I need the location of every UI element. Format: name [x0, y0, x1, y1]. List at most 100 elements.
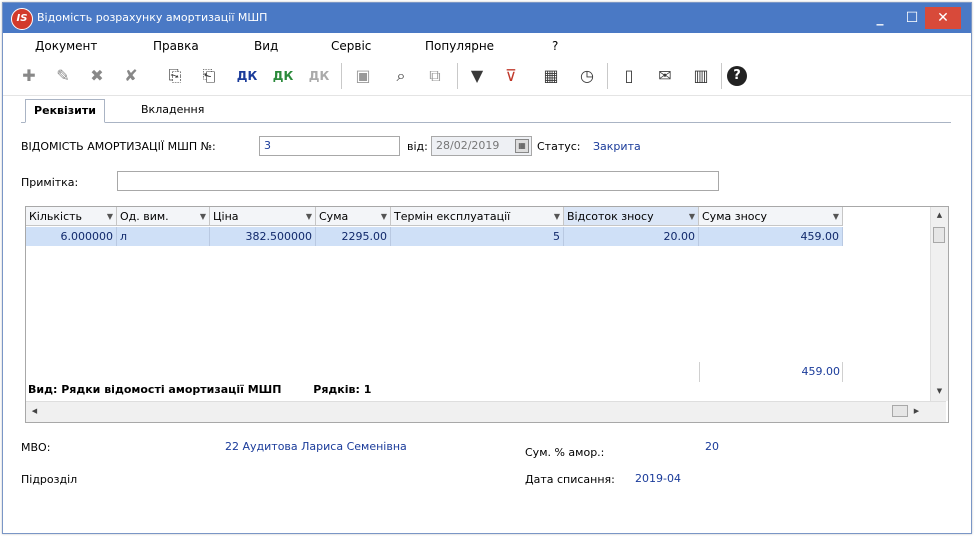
app-logo-icon: IS	[11, 8, 33, 30]
date-field[interactable]: 28/02/2019 ▦	[431, 136, 532, 156]
vertical-scrollbar[interactable]: ▲ ▼	[930, 207, 948, 401]
mail-icon[interactable]: ✉	[653, 64, 677, 88]
debit-credit-gray-icon[interactable]: ДК	[307, 64, 331, 88]
grid-row-count: Рядків: 1	[313, 383, 372, 396]
total-divider	[699, 362, 700, 382]
column-header-label: Кількість	[29, 210, 83, 223]
maximize-button[interactable]: ☐	[897, 7, 927, 29]
clear-filter-icon[interactable]: ⊽	[499, 64, 523, 88]
table-cell[interactable]: 6.000000	[26, 227, 117, 246]
column-header[interactable]: Ціна ▼	[210, 207, 316, 226]
tab-details[interactable]: Реквізити	[25, 99, 105, 123]
data-grid[interactable]: Кількість ▼ Од. вим. ▼ Ціна ▼ Сума ▼ Термін …	[25, 206, 949, 423]
grid-view-name: Вид: Рядки відомості амортизації МШП	[28, 383, 282, 396]
table-cell[interactable]: 459.00	[699, 227, 843, 246]
column-dropdown-icon[interactable]: ▼	[554, 207, 560, 226]
delete-icon[interactable]: ✖	[85, 64, 109, 88]
column-header-label: Термін експлуатації	[394, 210, 511, 223]
status-value: Закрита	[593, 140, 641, 153]
grid-footer: Вид: Рядки відомості амортизації МШП Ряд…	[28, 383, 371, 396]
table-cell[interactable]: 20.00	[564, 227, 699, 246]
mvo-label: МВО:	[21, 441, 51, 454]
table-cell[interactable]: л	[117, 227, 210, 246]
history-icon[interactable]: ◷	[575, 64, 599, 88]
scroll-down-icon[interactable]: ▼	[931, 387, 948, 395]
debit-credit-green-icon[interactable]: ДК	[271, 64, 295, 88]
column-dropdown-icon[interactable]: ▼	[381, 207, 387, 226]
minimize-button[interactable]: _	[865, 7, 895, 29]
toolbar-separator	[721, 63, 722, 89]
table-icon[interactable]: ▦	[539, 64, 563, 88]
tab-underline	[21, 122, 951, 123]
horizontal-scrollbar[interactable]: ◀ ▶	[26, 401, 946, 422]
table-cell[interactable]: 382.500000	[210, 227, 316, 246]
doc-number-field[interactable]: 3	[259, 136, 400, 156]
save-icon[interactable]: ▣	[351, 64, 375, 88]
writeoff-date-value: 2019-04	[635, 472, 681, 485]
date-label: від:	[407, 140, 428, 153]
mark-delete-icon[interactable]: ✘	[119, 64, 143, 88]
column-header[interactable]: Од. вим. ▼	[117, 207, 210, 226]
edit-icon[interactable]: ✎	[51, 64, 75, 88]
note-field[interactable]	[117, 171, 719, 191]
column-dropdown-icon[interactable]: ▼	[107, 207, 113, 226]
column-header-label: Од. вим.	[120, 210, 169, 223]
books-icon[interactable]: ▥	[689, 64, 713, 88]
column-header[interactable]: Термін експлуатації ▼	[391, 207, 564, 226]
menu-edit[interactable]: Правка	[153, 39, 199, 53]
window-title: Відомість розрахунку амортизації МШП	[37, 11, 268, 24]
toolbar-separator	[607, 63, 608, 89]
sum-percent-value: 20	[705, 440, 719, 453]
menu-view[interactable]: Вид	[254, 39, 278, 53]
toolbar: ✚ ✎ ✖ ✘ ⎘ ⎗ ДК ДК ДК ▣ ⌕ ⧉ ▼ ⊽ ▦ ◷ ▯ ✉ ▥…	[3, 57, 971, 96]
window: IS Відомість розрахунку амортизації МШП …	[2, 2, 972, 534]
column-header-label: Ціна	[213, 210, 239, 223]
calendar-icon[interactable]: ▦	[515, 139, 529, 153]
doc-number-label: ВІДОМІСТЬ АМОРТИЗАЦІЇ МШП №:	[21, 140, 216, 153]
mvo-value[interactable]: 22 Аудитова Лариса Семенівна	[225, 440, 407, 453]
total-divider	[842, 362, 843, 382]
tab-attachments[interactable]: Вкладення	[131, 99, 214, 121]
column-header[interactable]: Кількість ▼	[26, 207, 117, 226]
table-cell[interactable]: 2295.00	[316, 227, 391, 246]
column-dropdown-icon[interactable]: ▼	[833, 207, 839, 226]
column-header[interactable]: Сума зносу ▼	[699, 207, 843, 226]
date-value: 28/02/2019	[436, 139, 500, 152]
close-button[interactable]: ✕	[925, 7, 961, 29]
paste-icon[interactable]: ⎗	[197, 64, 221, 88]
search-icon[interactable]: ⌕	[389, 64, 413, 88]
column-header-label: Сума	[319, 210, 349, 223]
help-icon[interactable]: ?	[727, 66, 747, 86]
find-replace-icon[interactable]: ⧉	[423, 64, 447, 88]
document-icon[interactable]: ▯	[617, 64, 641, 88]
menu-help[interactable]: ?	[552, 39, 558, 53]
menu-service[interactable]: Сервіс	[331, 39, 371, 53]
filter-icon[interactable]: ▼	[465, 64, 489, 88]
department-label: Підрозділ	[21, 473, 78, 486]
column-header[interactable]: Сума ▼	[316, 207, 391, 226]
scroll-up-icon[interactable]: ▲	[931, 211, 948, 219]
copy-icon[interactable]: ⎘	[163, 64, 187, 88]
debit-credit-icon[interactable]: ДК	[235, 64, 259, 88]
scroll-thumb[interactable]	[933, 227, 945, 243]
sum-percent-label: Сум. % амор.:	[525, 446, 605, 459]
scroll-thumb[interactable]	[892, 405, 908, 417]
create-icon[interactable]: ✚	[17, 64, 41, 88]
note-label: Примітка:	[21, 176, 79, 189]
menu-popular[interactable]: Популярне	[425, 39, 494, 53]
status-label: Статус:	[537, 140, 581, 153]
menu-bar: Документ Правка Вид Сервіс Популярне ?	[3, 34, 971, 56]
column-dropdown-icon[interactable]: ▼	[200, 207, 206, 226]
scroll-right-icon[interactable]: ▶	[908, 407, 925, 415]
column-header-label: Сума зносу	[702, 210, 768, 223]
column-dropdown-icon[interactable]: ▼	[306, 207, 312, 226]
column-header[interactable]: Відсоток зносу ▼	[564, 207, 699, 226]
table-cell[interactable]: 5	[391, 227, 564, 246]
scroll-left-icon[interactable]: ◀	[26, 407, 43, 415]
toolbar-separator	[457, 63, 458, 89]
title-bar[interactable]: IS Відомість розрахунку амортизації МШП …	[3, 3, 971, 33]
menu-document[interactable]: Документ	[35, 39, 97, 53]
writeoff-date-label: Дата списання:	[525, 473, 615, 486]
column-dropdown-icon[interactable]: ▼	[689, 207, 695, 226]
toolbar-separator	[341, 63, 342, 89]
